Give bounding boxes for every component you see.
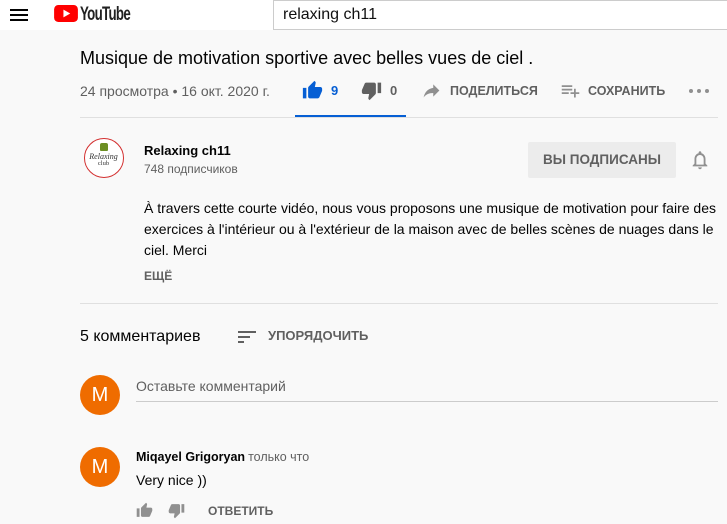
comment-thumb-down-icon[interactable] (168, 502, 185, 519)
thumb-down-icon[interactable] (361, 80, 382, 101)
comment-author[interactable]: Miqayel Grigoryan (136, 450, 245, 464)
subscriber-count: 748 подписчиков (144, 162, 238, 176)
more-horiz-icon[interactable] (687, 79, 711, 103)
like-count[interactable]: 9 (331, 81, 338, 101)
divider (80, 303, 718, 304)
share-icon[interactable] (421, 80, 442, 101)
plant-logo-icon (100, 143, 108, 151)
video-title: Musique de motivation sportive avec bell… (80, 48, 534, 68)
user-avatar[interactable]: M (80, 375, 120, 415)
playlist-add-icon[interactable] (560, 80, 581, 101)
show-more-button[interactable]: ЕЩЁ (144, 268, 172, 284)
search-input[interactable] (273, 0, 727, 30)
youtube-logo-text[interactable]: YouTube (80, 4, 131, 26)
comment-thumb-up-icon[interactable] (136, 502, 153, 519)
dislike-count[interactable]: 0 (390, 81, 397, 101)
comment-header: Miqayel Grigoryan только что (136, 449, 309, 465)
sort-icon[interactable] (235, 325, 259, 349)
channel-name[interactable]: Relaxing ch11 (144, 142, 231, 160)
channel-logo-subtext: club (97, 160, 110, 167)
sort-button[interactable]: УПОРЯДОЧИТЬ (268, 327, 368, 345)
video-meta: 24 просмотра • 16 окт. 2020 г. (80, 83, 270, 99)
reply-button[interactable]: ОТВЕТИТЬ (208, 503, 273, 519)
comment-input[interactable] (136, 375, 718, 402)
video-description: À travers cette courte vidéo, nous vous … (144, 200, 716, 258)
comment-author-avatar[interactable]: M (80, 447, 120, 487)
comments-count: 5 комментариев (80, 328, 201, 345)
youtube-logo-icon[interactable] (54, 5, 78, 22)
channel-avatar[interactable]: Relaxing club (84, 138, 124, 178)
menu-icon[interactable] (7, 3, 31, 27)
comment-time[interactable]: только что (248, 450, 309, 464)
comment-text: Very nice )) (136, 472, 207, 488)
masthead: YouTube (0, 0, 727, 30)
save-button[interactable]: СОХРАНИТЬ (588, 81, 665, 101)
watch-page: YouTube Musique de motivation sportive a… (0, 0, 727, 524)
thumb-up-icon[interactable] (302, 80, 323, 101)
bell-icon[interactable] (689, 149, 711, 171)
subscribed-button[interactable]: ВЫ ПОДПИСАНЫ (528, 142, 676, 178)
share-button[interactable]: ПОДЕЛИТЬСЯ (450, 81, 538, 101)
divider (80, 117, 718, 118)
